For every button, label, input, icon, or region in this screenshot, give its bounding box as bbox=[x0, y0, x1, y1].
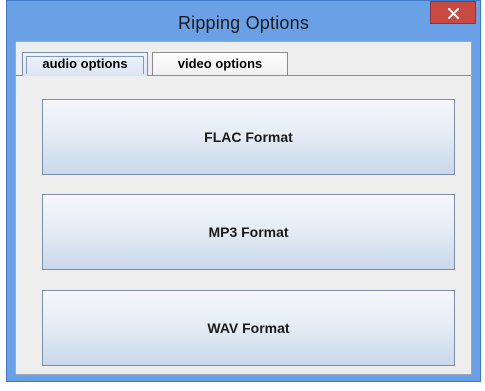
tab-strip: audio options video options bbox=[16, 52, 471, 76]
tab-video-options[interactable]: video options bbox=[152, 52, 288, 75]
wav-format-button[interactable]: WAV Format bbox=[42, 290, 455, 366]
tab-audio-options-label: audio options bbox=[42, 56, 128, 71]
ripping-options-dialog: Ripping Options audio options video opti… bbox=[6, 0, 481, 382]
dialog-content: audio options video options FLAC Format … bbox=[15, 41, 472, 375]
mp3-format-button[interactable]: MP3 Format bbox=[42, 194, 455, 270]
wav-format-label: WAV Format bbox=[207, 320, 290, 336]
audio-options-panel: FLAC Format MP3 Format WAV Format bbox=[16, 75, 471, 374]
tab-video-options-label: video options bbox=[177, 56, 263, 71]
flac-format-label: FLAC Format bbox=[204, 129, 293, 145]
flac-format-button[interactable]: FLAC Format bbox=[42, 99, 455, 175]
window-title: Ripping Options bbox=[177, 13, 310, 33]
tab-audio-options[interactable]: audio options bbox=[22, 52, 148, 76]
mp3-format-label: MP3 Format bbox=[208, 224, 289, 240]
title-bar[interactable]: Ripping Options bbox=[7, 1, 480, 41]
close-icon bbox=[448, 8, 459, 19]
close-button[interactable] bbox=[430, 1, 476, 24]
